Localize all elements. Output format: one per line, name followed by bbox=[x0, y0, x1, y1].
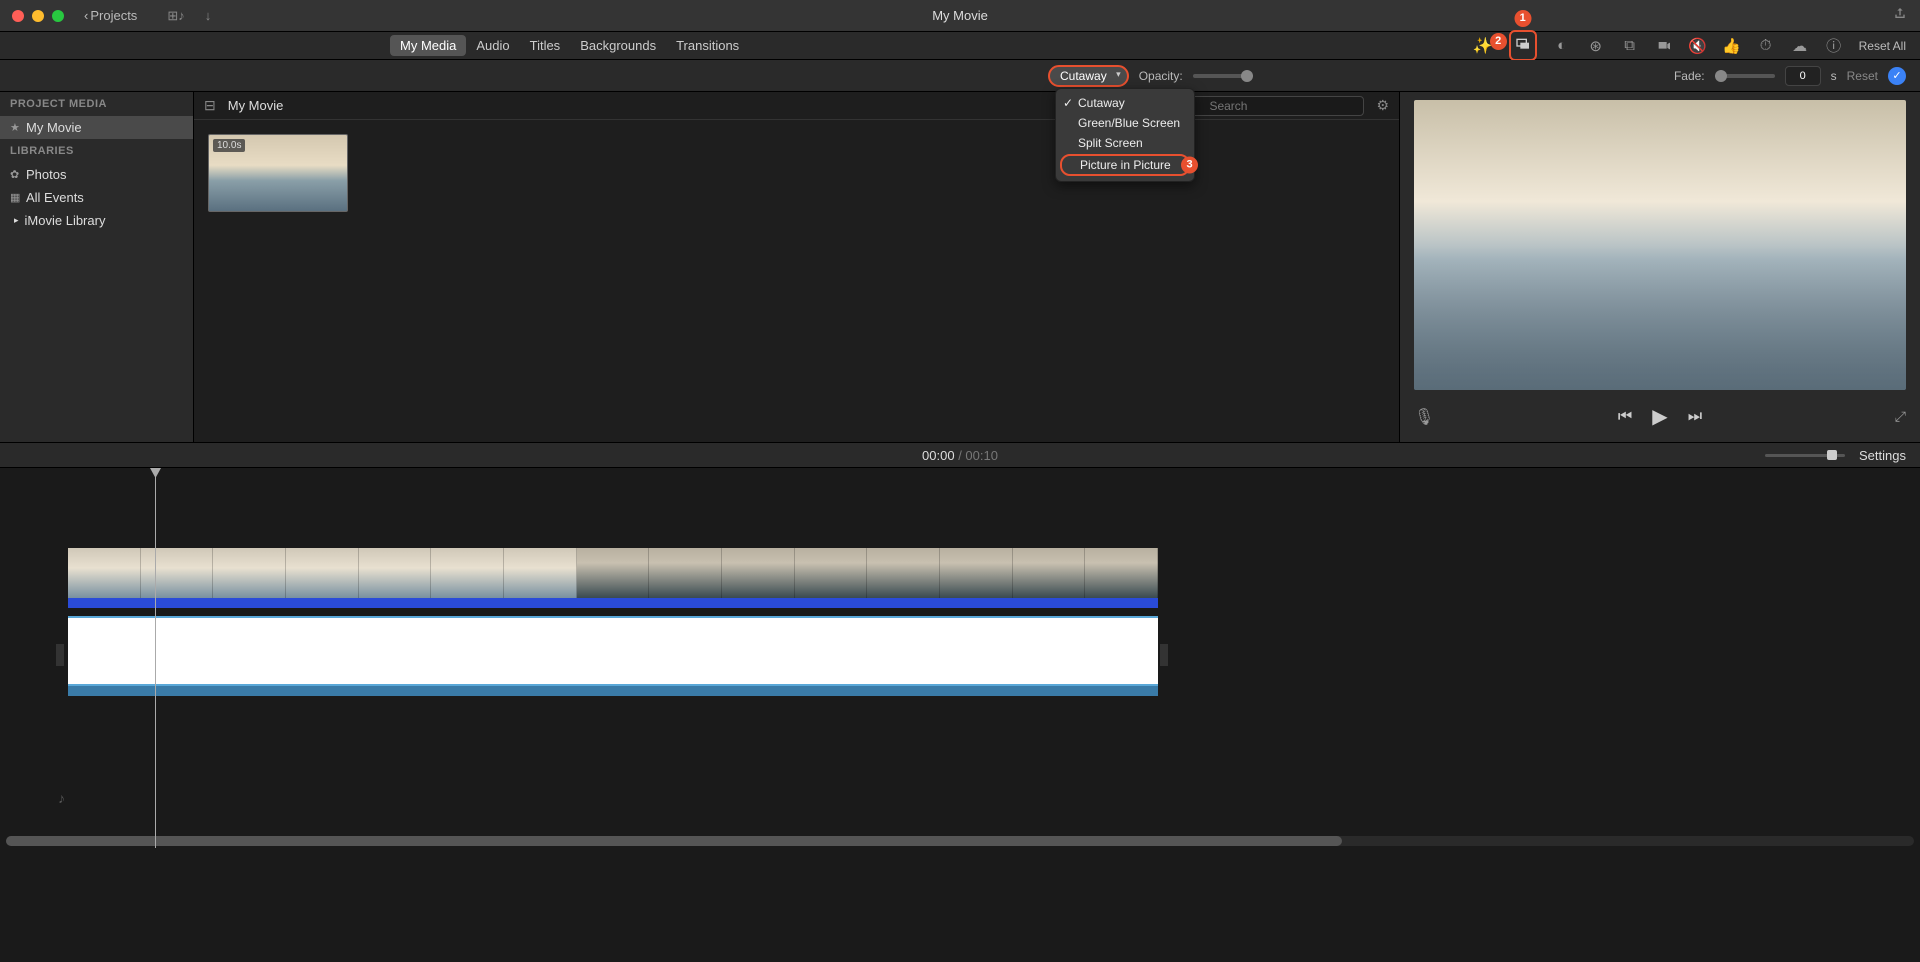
reset-button[interactable]: Reset bbox=[1847, 69, 1878, 83]
calendar-icon: ▦ bbox=[10, 191, 20, 204]
sidebar-item-all-events[interactable]: ▦ All Events bbox=[0, 186, 193, 209]
gear-icon[interactable]: ⚙ bbox=[1376, 97, 1389, 114]
apply-check-icon[interactable]: ✓ bbox=[1888, 67, 1906, 85]
preview-panel: 🎙 ⏮ ▶ ⏭ ⤢ bbox=[1400, 92, 1920, 442]
window-controls bbox=[0, 10, 64, 22]
timecode-total: 00:10 bbox=[965, 448, 998, 463]
menu-item-picture-in-picture[interactable]: Picture in Picture 3 bbox=[1060, 154, 1190, 176]
share-button[interactable] bbox=[1892, 6, 1908, 25]
media-browser: ⊟ My Movie All Clips ⇅ 🔍 ⚙ 10.0s bbox=[194, 92, 1400, 442]
stabilization-icon[interactable] bbox=[1655, 37, 1673, 55]
fade-unit: s bbox=[1831, 69, 1837, 83]
photos-icon: ✿ bbox=[10, 168, 19, 181]
video-overlay-button[interactable]: 1 bbox=[1509, 30, 1537, 61]
preview-viewport[interactable] bbox=[1414, 100, 1906, 390]
overlay-mode-dropdown[interactable]: Cutaway bbox=[1048, 65, 1129, 87]
star-icon: ★ bbox=[10, 121, 20, 134]
projects-label: Projects bbox=[90, 8, 137, 23]
main-area: PROJECT MEDIA ★ My Movie LIBRARIES ✿ Pho… bbox=[0, 92, 1920, 442]
step-badge-1: 1 bbox=[1514, 10, 1531, 27]
chevron-left-icon: ‹ bbox=[84, 8, 88, 23]
download-icon[interactable]: ↓ bbox=[205, 8, 212, 24]
overlay-audio-strip[interactable] bbox=[68, 598, 1158, 608]
tab-audio[interactable]: Audio bbox=[466, 35, 519, 56]
opacity-slider[interactable] bbox=[1193, 74, 1253, 78]
maximize-window-icon[interactable] bbox=[52, 10, 64, 22]
sidebar-header-libraries: LIBRARIES bbox=[0, 139, 193, 163]
overlay-icon bbox=[1515, 36, 1531, 52]
clip-edge-left[interactable] bbox=[56, 644, 64, 666]
project-title: My Movie bbox=[932, 8, 988, 23]
browser-title: My Movie bbox=[228, 98, 284, 113]
adjustment-icons: 1 ◐ ⊛ ⧉ 🔇 👍 ⏱ ☁ ⓘ bbox=[1509, 30, 1843, 61]
adjustment-tools: ✨ 2 1 ◐ ⊛ ⧉ 🔇 👍 ⏱ ☁ ⓘ Reset All bbox=[1473, 30, 1906, 61]
tab-transitions[interactable]: Transitions bbox=[666, 35, 749, 56]
menu-item-cutaway[interactable]: Cutaway bbox=[1056, 93, 1194, 113]
clip-thumbnail[interactable]: 10.0s bbox=[208, 134, 348, 212]
tab-titles[interactable]: Titles bbox=[520, 35, 571, 56]
prev-frame-button[interactable]: ⏮ bbox=[1618, 408, 1632, 426]
step-badge-3: 3 bbox=[1181, 157, 1198, 174]
search-input[interactable] bbox=[1184, 96, 1364, 116]
timeline-settings-button[interactable]: Settings bbox=[1859, 448, 1906, 463]
timecode-current: 00:00 bbox=[922, 448, 955, 463]
volume-icon[interactable]: 🔇 bbox=[1689, 37, 1707, 55]
chevron-right-icon: ▸ bbox=[14, 215, 19, 226]
menu-item-green-screen[interactable]: Green/Blue Screen bbox=[1056, 113, 1194, 133]
color-balance-icon[interactable]: ◐ bbox=[1553, 37, 1571, 55]
close-window-icon[interactable] bbox=[12, 10, 24, 22]
minimize-window-icon[interactable] bbox=[32, 10, 44, 22]
step-badge-2: 2 bbox=[1490, 33, 1507, 50]
timeline-scrollbar[interactable] bbox=[6, 836, 1914, 846]
sidebar-item-my-movie[interactable]: ★ My Movie bbox=[0, 116, 193, 139]
magic-wand-icon[interactable]: ✨ 2 bbox=[1473, 36, 1493, 56]
share-icon bbox=[1892, 6, 1908, 22]
sidebar-item-imovie-library[interactable]: ▸ iMovie Library bbox=[0, 209, 193, 232]
clip-duration-badge: 10.0s bbox=[213, 139, 245, 152]
next-frame-button[interactable]: ⏭ bbox=[1688, 408, 1702, 426]
fullscreen-icon[interactable]: ⤢ bbox=[1895, 408, 1906, 425]
timeline-header: 00:00 / 00:10 Settings bbox=[0, 442, 1920, 468]
overlay-mode-menu: Cutaway Green/Blue Screen Split Screen P… bbox=[1055, 88, 1195, 182]
timecode-display: 00:00 / 00:10 bbox=[922, 448, 998, 463]
main-audio-strip[interactable] bbox=[68, 686, 1158, 696]
media-tabs: My Media Audio Titles Backgrounds Transi… bbox=[390, 35, 749, 56]
list-view-toggle-icon[interactable]: ⊟ bbox=[204, 97, 216, 114]
clip-filter-icon[interactable]: ☁ bbox=[1791, 37, 1809, 55]
timeline[interactable]: ♪ bbox=[0, 468, 1920, 848]
browser-header: ⊟ My Movie All Clips ⇅ 🔍 ⚙ bbox=[194, 92, 1399, 120]
main-track-clip[interactable] bbox=[68, 616, 1158, 686]
playhead[interactable] bbox=[155, 474, 156, 848]
fade-value-input[interactable] bbox=[1785, 66, 1821, 86]
music-track-icon: ♪ bbox=[58, 790, 65, 806]
overlay-track[interactable] bbox=[68, 548, 1158, 598]
timeline-zoom-slider[interactable] bbox=[1765, 454, 1845, 457]
speed-icon[interactable]: ⏱ bbox=[1757, 37, 1775, 55]
preview-controls: 🎙 ⏮ ▶ ⏭ ⤢ bbox=[1400, 398, 1920, 435]
sidebar-header-project-media: PROJECT MEDIA bbox=[0, 92, 193, 116]
noise-reduction-icon[interactable]: 👍 bbox=[1723, 37, 1741, 55]
tab-my-media[interactable]: My Media bbox=[390, 35, 466, 56]
sidebar-item-photos[interactable]: ✿ Photos bbox=[0, 163, 193, 186]
media-import-icon[interactable]: ⊞♪ bbox=[167, 8, 184, 24]
reset-all-button[interactable]: Reset All bbox=[1859, 39, 1906, 53]
voiceover-mic-icon[interactable]: 🎙 bbox=[1414, 407, 1434, 427]
titlebar: ‹ Projects ⊞♪ ↓ My Movie bbox=[0, 0, 1920, 32]
fade-slider[interactable] bbox=[1715, 74, 1775, 78]
sidebar: PROJECT MEDIA ★ My Movie LIBRARIES ✿ Pho… bbox=[0, 92, 194, 442]
info-icon[interactable]: ⓘ bbox=[1825, 37, 1843, 55]
browser-body: 10.0s bbox=[194, 120, 1399, 442]
titlebar-extra-icons: ⊞♪ ↓ bbox=[167, 8, 211, 24]
play-button[interactable]: ▶ bbox=[1652, 404, 1667, 429]
main-toolbar: My Media Audio Titles Backgrounds Transi… bbox=[0, 32, 1920, 60]
menu-item-split-screen[interactable]: Split Screen bbox=[1056, 133, 1194, 153]
color-correction-icon[interactable]: ⊛ bbox=[1587, 37, 1605, 55]
back-to-projects-button[interactable]: ‹ Projects bbox=[84, 8, 137, 23]
clip-edge-right[interactable] bbox=[1160, 644, 1168, 666]
fade-label: Fade: bbox=[1674, 69, 1705, 83]
overlay-settings-row: Cutaway Opacity: Fade: s Reset ✓ bbox=[0, 60, 1920, 92]
tab-backgrounds[interactable]: Backgrounds bbox=[570, 35, 666, 56]
opacity-label: Opacity: bbox=[1139, 69, 1183, 83]
crop-icon[interactable]: ⧉ bbox=[1621, 37, 1639, 55]
